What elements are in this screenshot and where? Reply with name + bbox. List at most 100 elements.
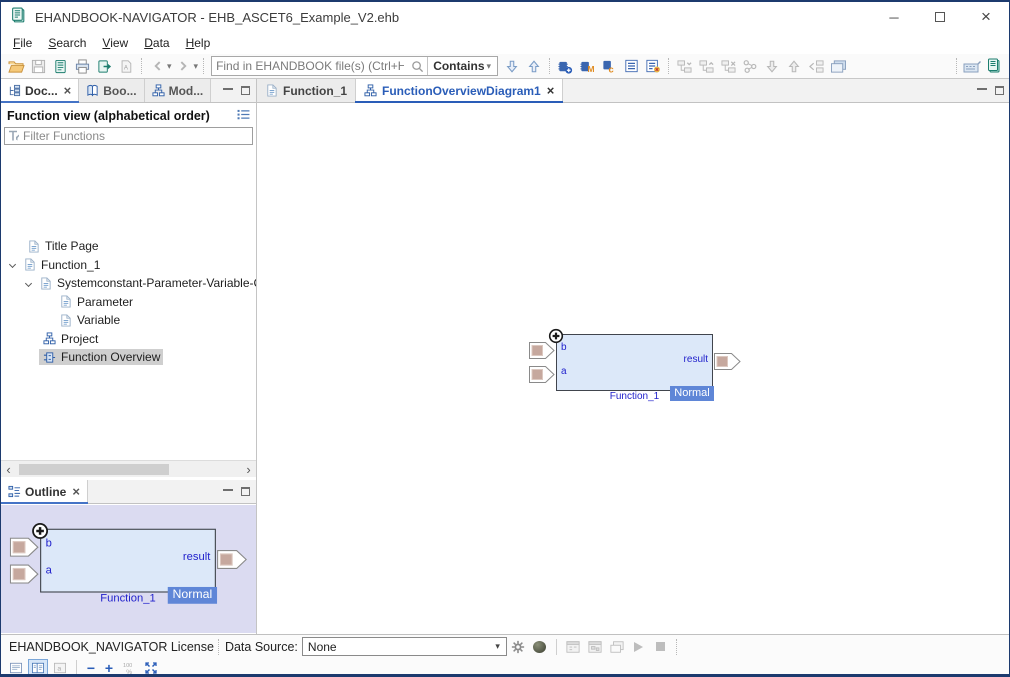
clear-list-icon[interactable] (643, 57, 663, 75)
tab-function-overview-diagram[interactable]: FunctionOverviewDiagram1 × (356, 79, 563, 102)
view-text-page-icon[interactable]: a (50, 659, 70, 676)
output-port-result[interactable] (714, 353, 741, 370)
maximize-panel-icon[interactable] (241, 86, 250, 95)
match-mode-dropdown[interactable]: Contains ▾ (427, 57, 497, 75)
selected-highlight: Function Overview (39, 349, 163, 365)
show-list-icon[interactable] (621, 57, 641, 75)
hierarchy-down-icon[interactable] (674, 57, 694, 75)
output-port-result[interactable] (217, 550, 247, 569)
show-measurements-icon[interactable]: M (577, 57, 597, 75)
keyboard-shortcuts-icon[interactable] (962, 57, 982, 75)
close-icon[interactable]: × (547, 84, 555, 97)
input-port-a[interactable] (10, 565, 39, 584)
input-port-b[interactable] (10, 538, 39, 557)
open-file-icon[interactable] (6, 57, 26, 75)
tree-item-function-overview[interactable]: Function Overview (1, 348, 256, 367)
data-source-connect-icon[interactable] (530, 639, 550, 655)
expand-function-icon[interactable] (555, 57, 575, 75)
minimize-panel-icon[interactable] (977, 87, 987, 90)
open-handbook-icon[interactable] (50, 57, 70, 75)
maximize-panel-icon[interactable] (995, 86, 1004, 95)
minimize-panel-icon[interactable] (223, 87, 233, 90)
calibrate-window-icon[interactable] (585, 639, 605, 655)
menu-data[interactable]: Data (136, 34, 177, 52)
tree-item-function-1[interactable]: Function_1 (1, 256, 256, 275)
diagram-canvas[interactable]: b a result Function_1 Normal (257, 103, 1010, 634)
title-bar[interactable]: EHANDBOOK-NAVIGATOR - EHB_ASCET6_Example… (1, 2, 1009, 32)
capture-view-icon[interactable] (828, 57, 848, 75)
data-source-settings-icon[interactable] (508, 639, 528, 655)
zoom-100-icon[interactable]: 100% (119, 660, 139, 676)
find-previous-icon[interactable] (524, 57, 544, 75)
port-up-icon[interactable] (784, 57, 804, 75)
tree-item-systemconstant[interactable]: Systemconstant-Parameter-Variable-C (1, 274, 256, 293)
close-icon[interactable]: × (64, 84, 72, 97)
port-down-icon[interactable] (762, 57, 782, 75)
scrollbar-thumb[interactable] (19, 464, 169, 475)
save-icon[interactable] (28, 57, 48, 75)
navigate-back-menu-icon[interactable]: ▾ (167, 61, 172, 72)
start-measurement-icon[interactable] (629, 639, 649, 655)
input-port-b[interactable] (529, 342, 555, 359)
expander-icon[interactable] (25, 280, 32, 287)
expand-block-icon[interactable] (31, 522, 49, 540)
hierarchy-back-icon[interactable] (806, 57, 826, 75)
print-icon[interactable] (72, 57, 92, 75)
expander-icon[interactable] (9, 261, 16, 268)
tree-item-project[interactable]: Project (1, 330, 256, 349)
menu-view[interactable]: View (94, 34, 136, 52)
menu-help[interactable]: Help (178, 34, 219, 52)
maximize-panel-icon[interactable] (241, 487, 250, 496)
view-split-page-icon[interactable] (28, 659, 48, 676)
pdf-export-icon[interactable]: A (116, 57, 136, 75)
export-icon[interactable] (94, 57, 114, 75)
experiment-window-icon[interactable] (607, 639, 627, 655)
function-block[interactable]: b a result Function_1 Normal (522, 328, 744, 412)
show-calibrations-icon[interactable]: c (599, 57, 619, 75)
connector-trace-icon[interactable] (740, 57, 760, 75)
hierarchy-up-icon[interactable] (696, 57, 716, 75)
find-next-icon[interactable] (502, 57, 522, 75)
find-input[interactable] (212, 59, 408, 73)
scroll-right-icon[interactable]: › (241, 462, 256, 477)
ehandbook-help-icon[interactable] (984, 57, 1004, 75)
close-icon[interactable]: × (72, 485, 80, 498)
tab-bookmarks[interactable]: Boo... (79, 79, 144, 102)
function-block-body[interactable]: b a result (40, 529, 216, 593)
zoom-out-button[interactable]: − (82, 660, 100, 676)
zoom-in-button[interactable]: + (100, 660, 118, 676)
minimize-panel-icon[interactable] (223, 488, 233, 491)
tree-horizontal-scrollbar[interactable]: ‹ › (1, 460, 256, 477)
filter-functions-input[interactable] (23, 129, 252, 143)
menu-search[interactable]: Search (40, 34, 94, 52)
tab-documents[interactable]: Doc... × (1, 79, 79, 102)
tab-outline[interactable]: Outline × (1, 480, 88, 503)
minimize-window-button[interactable]: ─ (871, 2, 917, 32)
navigate-forward-menu-icon[interactable]: ▾ (194, 61, 199, 72)
menu-file[interactable]: File (5, 34, 40, 52)
scroll-left-icon[interactable]: ‹ (1, 462, 16, 477)
close-window-button[interactable]: × (963, 2, 1009, 32)
tab-models[interactable]: Mod... (145, 79, 212, 102)
application-window: EHANDBOOK-NAVIGATOR - EHB_ASCET6_Example… (0, 0, 1010, 677)
tab-function-1-label: Function_1 (283, 84, 347, 98)
measure-window-icon[interactable] (563, 639, 583, 655)
view-menu-icon[interactable] (237, 109, 250, 123)
tree-item-title-page[interactable]: Title Page (1, 237, 256, 256)
function-block-body[interactable]: b a result (556, 334, 713, 391)
fit-to-view-icon[interactable] (141, 660, 161, 676)
tab-function-1[interactable]: Function_1 (257, 79, 356, 102)
input-label-a: a (46, 565, 52, 577)
navigate-back-icon[interactable] (147, 57, 167, 75)
input-port-a[interactable] (529, 366, 555, 383)
view-single-page-icon[interactable] (6, 659, 26, 676)
navigate-forward-icon[interactable] (174, 57, 194, 75)
data-source-dropdown[interactable]: None ▾ (302, 637, 507, 656)
hierarchy-remove-icon[interactable] (718, 57, 738, 75)
outline-function-block[interactable]: b a result Function_1 Normal (2, 522, 251, 616)
maximize-window-button[interactable] (917, 2, 963, 32)
expand-block-icon[interactable] (548, 328, 564, 344)
tree-item-parameter[interactable]: Parameter (1, 293, 256, 312)
stop-measurement-icon[interactable] (651, 639, 671, 655)
tree-item-variable[interactable]: Variable (1, 311, 256, 330)
